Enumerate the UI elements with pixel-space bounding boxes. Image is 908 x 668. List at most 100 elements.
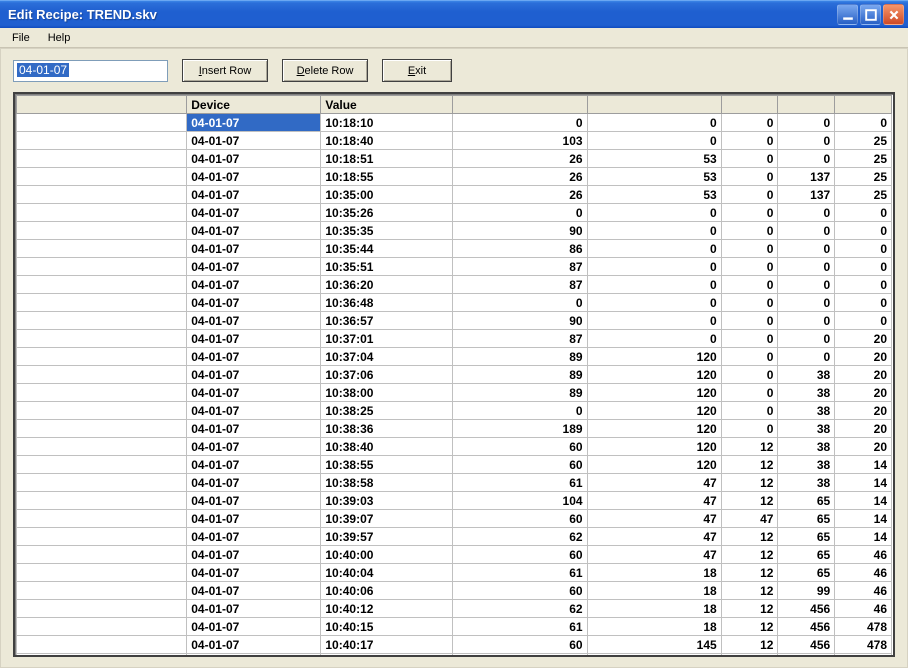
table-cell[interactable]: 12 [721,546,778,564]
table-cell[interactable]: 0 [587,258,721,276]
table-cell[interactable]: 10:18:40 [321,132,453,150]
table-cell[interactable]: 12 [721,636,778,654]
table-cell[interactable]: 04-01-07 [187,312,321,330]
table-cell[interactable]: 0 [721,294,778,312]
table-cell[interactable]: 20 [835,438,892,456]
table-cell[interactable]: 26 [453,168,587,186]
table-cell[interactable]: 10:37:06 [321,366,453,384]
table-cell[interactable]: 04-01-07 [187,636,321,654]
table-row[interactable]: 04-01-0710:40:066018129946 [17,582,892,600]
table-cell[interactable]: 60 [453,510,587,528]
table-cell[interactable] [17,384,187,402]
table-cell[interactable]: 0 [721,204,778,222]
table-cell[interactable]: 26 [453,186,587,204]
table-cell[interactable] [17,618,187,636]
table-cell[interactable]: 10:40:12 [321,600,453,618]
table-cell[interactable]: 12 [721,618,778,636]
table-cell[interactable]: 86 [453,240,587,258]
table-cell[interactable]: 04-01-07 [187,600,321,618]
table-cell[interactable]: 04-01-07 [187,204,321,222]
table-cell[interactable]: 25 [835,168,892,186]
table-cell[interactable]: 0 [778,222,835,240]
table-cell[interactable]: 04-01-07 [187,258,321,276]
table-cell[interactable]: 47 [587,510,721,528]
table-cell[interactable] [17,402,187,420]
table-cell[interactable]: 12 [721,492,778,510]
table-cell[interactable]: 53 [587,150,721,168]
table-row[interactable]: 04-01-0710:37:068912003820 [17,366,892,384]
table-cell[interactable]: 10:35:44 [321,240,453,258]
table-cell[interactable] [17,114,187,132]
table-cell[interactable]: 456 [778,600,835,618]
table-frame[interactable]: Device Value 04-01-0710:18:100000004-01-… [13,92,895,657]
table-cell[interactable]: 10:39:07 [321,510,453,528]
table-cell[interactable]: 478 [835,636,892,654]
table-cell[interactable]: 18 [587,618,721,636]
table-cell[interactable]: 61 [453,654,587,658]
table-cell[interactable]: 87 [453,330,587,348]
table-cell[interactable]: 0 [721,186,778,204]
table-cell[interactable]: 0 [587,276,721,294]
table-cell[interactable]: 0 [721,114,778,132]
table-row[interactable]: 04-01-0710:36:4800000 [17,294,892,312]
table-cell[interactable]: 0 [778,150,835,168]
table-cell[interactable] [17,528,187,546]
col-3[interactable] [453,96,587,114]
table-row[interactable]: 04-01-0710:38:5560120123814 [17,456,892,474]
table-cell[interactable] [17,204,187,222]
table-cell[interactable]: 0 [778,240,835,258]
table-cell[interactable]: 0 [587,330,721,348]
table-cell[interactable]: 0 [835,258,892,276]
table-cell[interactable]: 04-01-07 [187,528,321,546]
table-cell[interactable]: 04-01-07 [187,132,321,150]
table-cell[interactable]: 456 [778,618,835,636]
table-cell[interactable] [17,132,187,150]
table-row[interactable]: 04-01-0710:39:0310447126514 [17,492,892,510]
table-cell[interactable]: 10:40:15 [321,618,453,636]
table-cell[interactable]: 65 [778,492,835,510]
table-cell[interactable]: 14 [835,528,892,546]
table-cell[interactable]: 0 [778,312,835,330]
table-cell[interactable]: 10:35:00 [321,186,453,204]
table-cell[interactable]: 12 [721,564,778,582]
table-cell[interactable]: 04-01-07 [187,618,321,636]
table-row[interactable]: 04-01-0710:38:4060120123820 [17,438,892,456]
table-cell[interactable]: 10:37:04 [321,348,453,366]
table-cell[interactable]: 65 [778,564,835,582]
table-cell[interactable]: 04-01-07 [187,222,321,240]
table-cell[interactable] [17,510,187,528]
table-row[interactable]: 04-01-0710:35:51870000 [17,258,892,276]
table-cell[interactable] [17,546,187,564]
table-cell[interactable]: 99 [778,582,835,600]
table-cell[interactable]: 65 [778,546,835,564]
table-row[interactable]: 04-01-0710:40:046118126546 [17,564,892,582]
table-cell[interactable]: 89 [453,384,587,402]
table-cell[interactable]: 10:38:58 [321,474,453,492]
table-cell[interactable]: 152 [721,654,778,658]
table-row[interactable]: 04-01-0710:38:008912003820 [17,384,892,402]
table-row[interactable]: 04-01-0710:18:4010300025 [17,132,892,150]
table-row[interactable]: 04-01-0710:38:586147123814 [17,474,892,492]
table-cell[interactable] [17,654,187,658]
table-row[interactable]: 04-01-0710:35:44860000 [17,240,892,258]
table-cell[interactable]: 38 [778,420,835,438]
table-cell[interactable]: 90 [453,312,587,330]
col-value[interactable]: Value [321,96,453,114]
table-cell[interactable]: 0 [778,132,835,150]
table-cell[interactable]: 04-01-07 [187,492,321,510]
table-cell[interactable]: 0 [778,330,835,348]
table-cell[interactable]: 61 [453,474,587,492]
table-cell[interactable]: 12 [721,600,778,618]
table-cell[interactable]: 10:35:35 [321,222,453,240]
table-cell[interactable]: 89 [453,348,587,366]
table-cell[interactable]: 38 [778,366,835,384]
table-cell[interactable]: 10:35:26 [321,204,453,222]
table-cell[interactable]: 120 [587,402,721,420]
table-cell[interactable]: 62 [453,528,587,546]
table-cell[interactable]: 20 [835,402,892,420]
table-cell[interactable]: 60 [453,546,587,564]
table-cell[interactable]: 14 [835,510,892,528]
table-cell[interactable]: 20 [835,366,892,384]
table-cell[interactable] [17,564,187,582]
table-cell[interactable] [17,330,187,348]
